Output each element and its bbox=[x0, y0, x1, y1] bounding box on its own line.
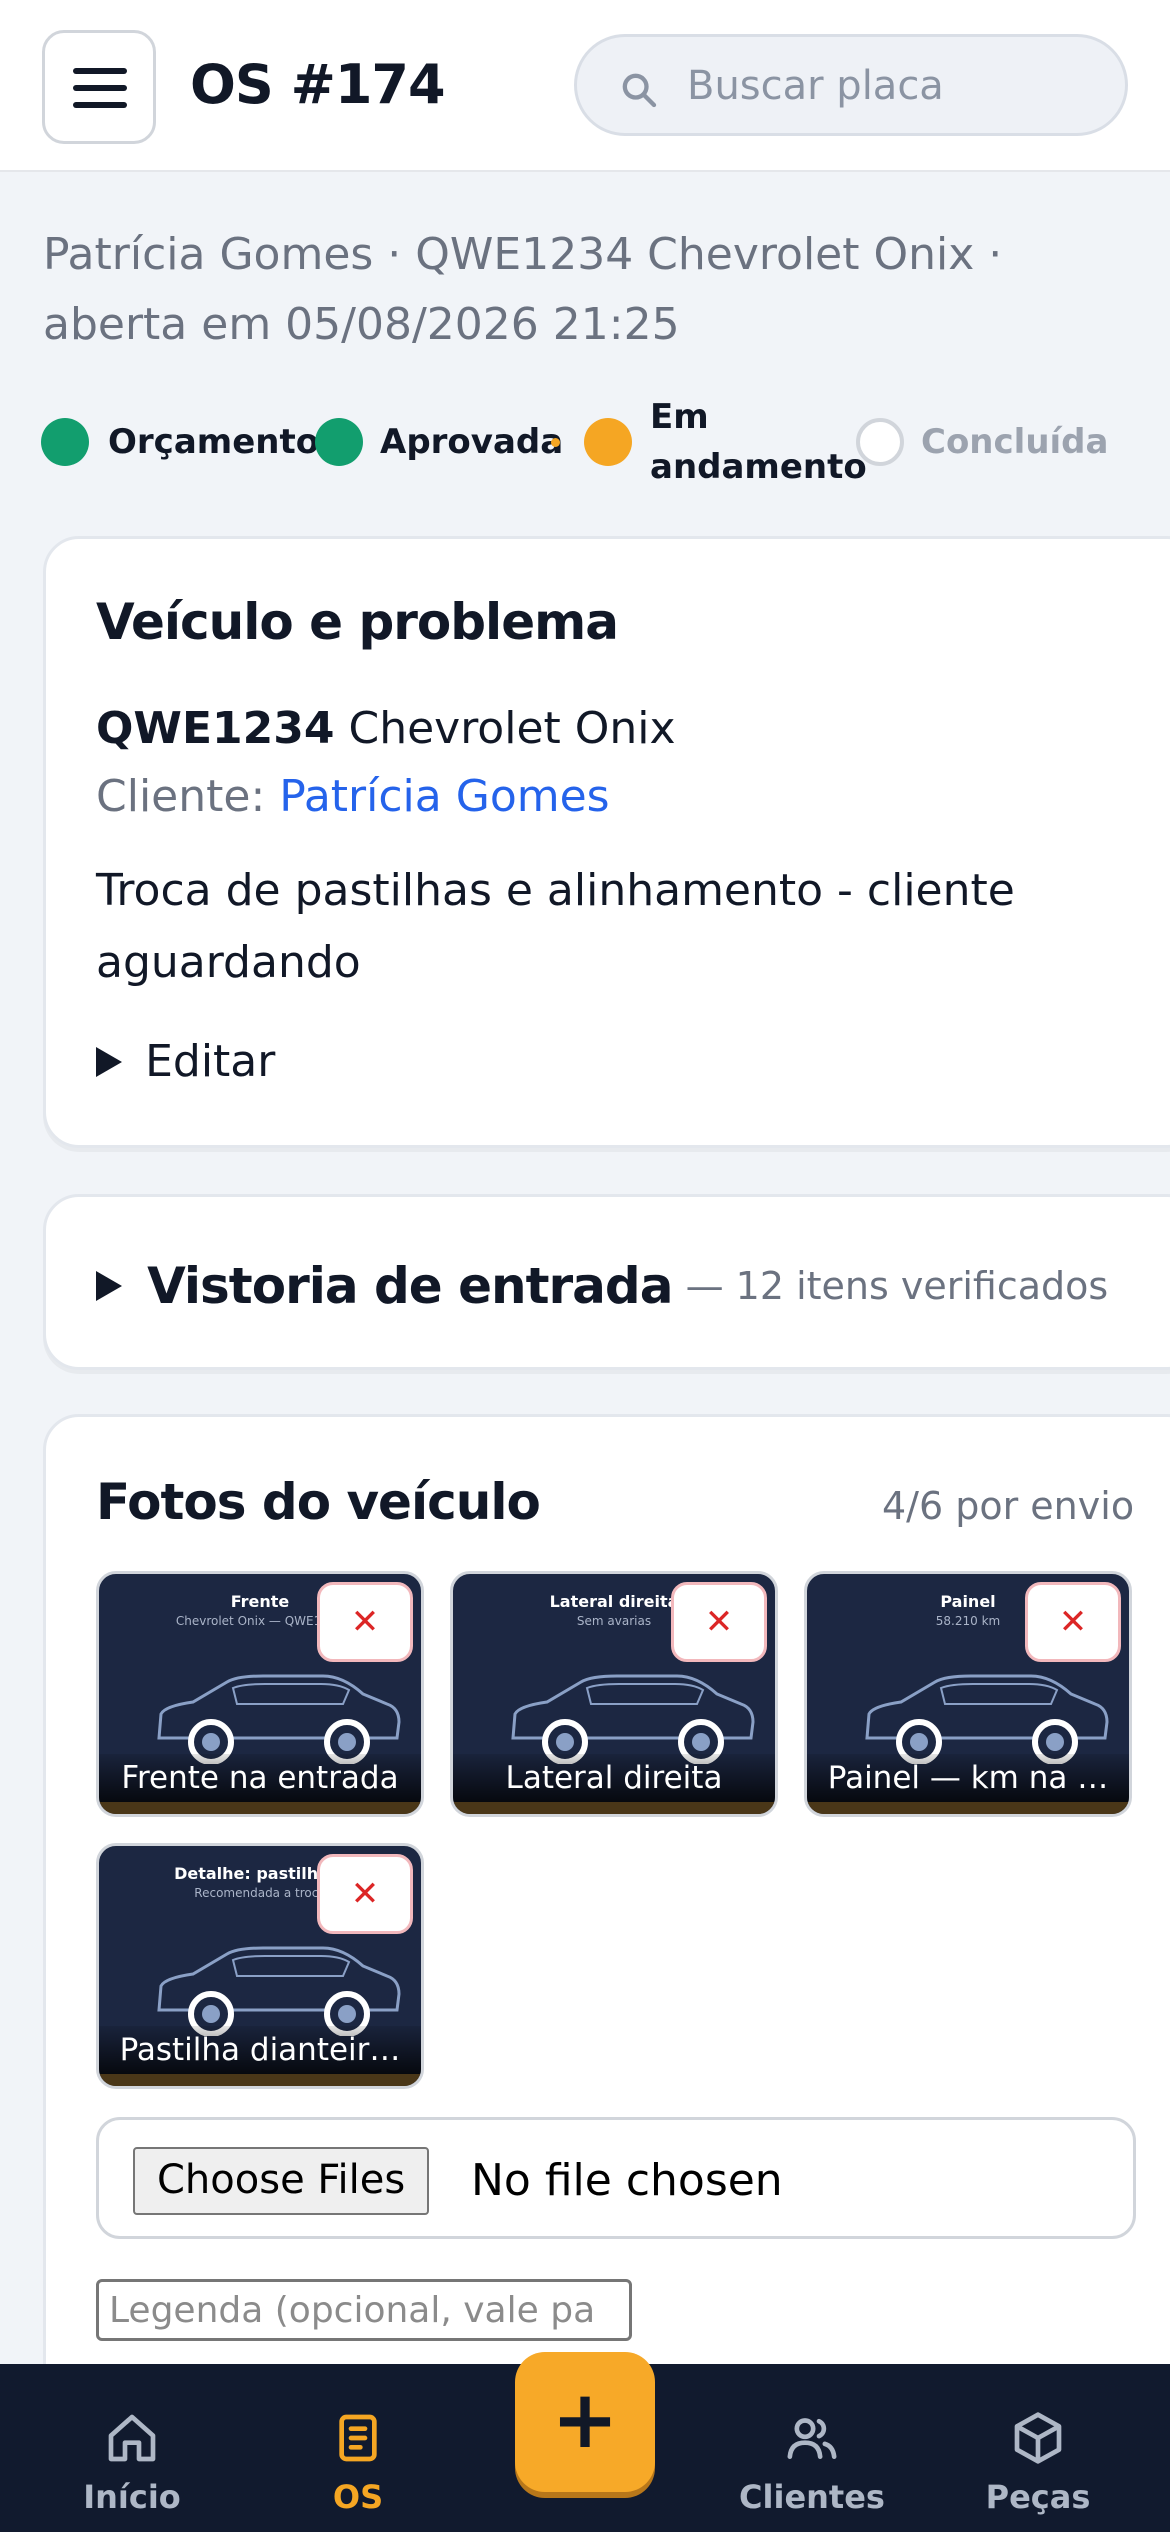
vehicle-model: Chevrolet Onix bbox=[348, 703, 676, 754]
car-illustration-icon bbox=[865, 1674, 1109, 1764]
disclosure-triangle-icon bbox=[96, 1046, 122, 1077]
step-connector-dot bbox=[551, 438, 560, 447]
users-icon bbox=[787, 2418, 837, 2459]
car-illustration-icon bbox=[511, 1674, 755, 1764]
photo-caption: Pastilha dianteir… bbox=[99, 2026, 421, 2086]
nav-label: Clientes bbox=[739, 2478, 885, 2516]
new-order-fab[interactable]: + bbox=[515, 2352, 655, 2492]
client-link[interactable]: Patrícia Gomes bbox=[279, 771, 609, 822]
home-icon bbox=[108, 2414, 156, 2462]
hamburger-line bbox=[73, 102, 127, 108]
nav-label: OS bbox=[332, 2478, 384, 2516]
edit-toggle[interactable]: Editar bbox=[96, 1031, 275, 1091]
hamburger-line bbox=[73, 85, 127, 91]
remove-photo-button[interactable]: ✕ bbox=[317, 1582, 413, 1662]
vehicle-card-title: Veículo e problema bbox=[96, 593, 619, 651]
menu-button[interactable] bbox=[42, 30, 156, 144]
remove-photo-button[interactable]: ✕ bbox=[1025, 1582, 1121, 1662]
step-label-line: andamento bbox=[650, 447, 867, 487]
photo-thumbnail[interactable]: Lateral direita Sem avarias Lateral dire… bbox=[450, 1571, 778, 1817]
step-label-em-andamento: Em andamento bbox=[650, 392, 867, 492]
search-icon bbox=[622, 73, 657, 108]
step-current-dot bbox=[584, 418, 632, 466]
vehicle-problem-card: Veículo e problema QWE1234 Chevrolet Oni… bbox=[43, 536, 1170, 1148]
nav-item-clientes[interactable]: Clientes bbox=[712, 2364, 912, 2532]
photo-caption-input[interactable] bbox=[96, 2279, 632, 2341]
step-label-concluida: Concluída bbox=[921, 422, 1109, 462]
file-status: No file chosen bbox=[471, 2155, 783, 2206]
photos-card: Fotos do veículo 4/6 por envio Frente Ch… bbox=[43, 1414, 1170, 2414]
inspection-count: — 12 itens verificados bbox=[685, 1263, 1109, 1308]
remove-photo-button[interactable]: ✕ bbox=[671, 1582, 767, 1662]
step-done-dot bbox=[41, 418, 89, 466]
page-title: OS #174 bbox=[190, 53, 446, 116]
inspection-title: Vistoria de entrada bbox=[147, 1256, 673, 1315]
photo-caption: Painel — km na … bbox=[807, 1754, 1129, 1814]
choose-files-button[interactable]: Choose Files bbox=[133, 2147, 430, 2215]
order-summary: Patrícia Gomes · QWE1234 Chevrolet Onix … bbox=[43, 220, 1123, 360]
document-icon bbox=[339, 2414, 377, 2462]
client-line: Cliente: Patrícia Gomes bbox=[96, 767, 610, 827]
photo-caption: Frente na entrada bbox=[99, 1754, 421, 1814]
top-bar: OS #174 bbox=[0, 0, 1170, 172]
car-illustration-icon bbox=[157, 1946, 401, 2036]
status-steps: Orçamento Aprovada Em andamento Concluíd… bbox=[0, 392, 1170, 496]
vehicle-line: QWE1234 Chevrolet Onix bbox=[96, 699, 676, 759]
hamburger-line bbox=[73, 68, 127, 74]
box-icon bbox=[1014, 2412, 1062, 2464]
file-picker[interactable]: Choose Files No file chosen bbox=[96, 2117, 1136, 2239]
car-illustration-icon bbox=[157, 1674, 401, 1764]
nav-label: Peças bbox=[985, 2478, 1091, 2516]
search-input[interactable] bbox=[687, 57, 1107, 115]
photos-counter: 4/6 por envio bbox=[882, 1484, 1135, 1528]
inspection-summary-row[interactable]: Vistoria de entrada — 12 itens verificad… bbox=[96, 1253, 1108, 1317]
inspection-card[interactable]: Vistoria de entrada — 12 itens verificad… bbox=[43, 1194, 1170, 1370]
order-summary-line: Patrícia Gomes · QWE1234 Chevrolet Onix … bbox=[43, 229, 1003, 280]
order-summary-line: aberta em 05/08/2026 21:25 bbox=[43, 299, 680, 350]
problem-description: Troca de pastilhas e alinhamento - clien… bbox=[96, 855, 1015, 999]
client-label: Cliente: bbox=[96, 771, 266, 822]
remove-photo-button[interactable]: ✕ bbox=[317, 1854, 413, 1934]
photos-title: Fotos do veículo bbox=[96, 1473, 541, 1531]
nav-item-pecas[interactable]: Peças bbox=[938, 2364, 1138, 2532]
problem-line: Troca de pastilhas e alinhamento - clien… bbox=[96, 865, 1015, 916]
nav-item-os[interactable]: OS bbox=[258, 2364, 458, 2532]
step-done-dot bbox=[315, 418, 363, 466]
vehicle-plate: QWE1234 bbox=[96, 703, 335, 754]
step-pending-dot bbox=[856, 418, 904, 466]
photo-thumbnail[interactable]: Frente Chevrolet Onix — QWE1234 Frente n… bbox=[96, 1571, 424, 1817]
photo-thumbnail[interactable]: Detalhe: pastilha g Recomendada a troca … bbox=[96, 1843, 424, 2089]
nav-label: Início bbox=[83, 2478, 181, 2516]
disclosure-triangle-icon bbox=[96, 1270, 122, 1301]
step-label-orcamento: Orçamento bbox=[108, 422, 320, 462]
step-label-aprovada: Aprovada bbox=[380, 422, 564, 462]
search-box[interactable] bbox=[574, 34, 1128, 136]
problem-line: aguardando bbox=[96, 937, 361, 988]
photo-thumbnail[interactable]: Painel 58.210 km Painel — km na … ✕ bbox=[804, 1571, 1132, 1817]
nav-item-inicio[interactable]: Início bbox=[32, 2364, 232, 2532]
step-label-line: Em bbox=[650, 397, 709, 437]
photo-caption: Lateral direita bbox=[453, 1754, 775, 1814]
edit-label: Editar bbox=[145, 1035, 276, 1087]
